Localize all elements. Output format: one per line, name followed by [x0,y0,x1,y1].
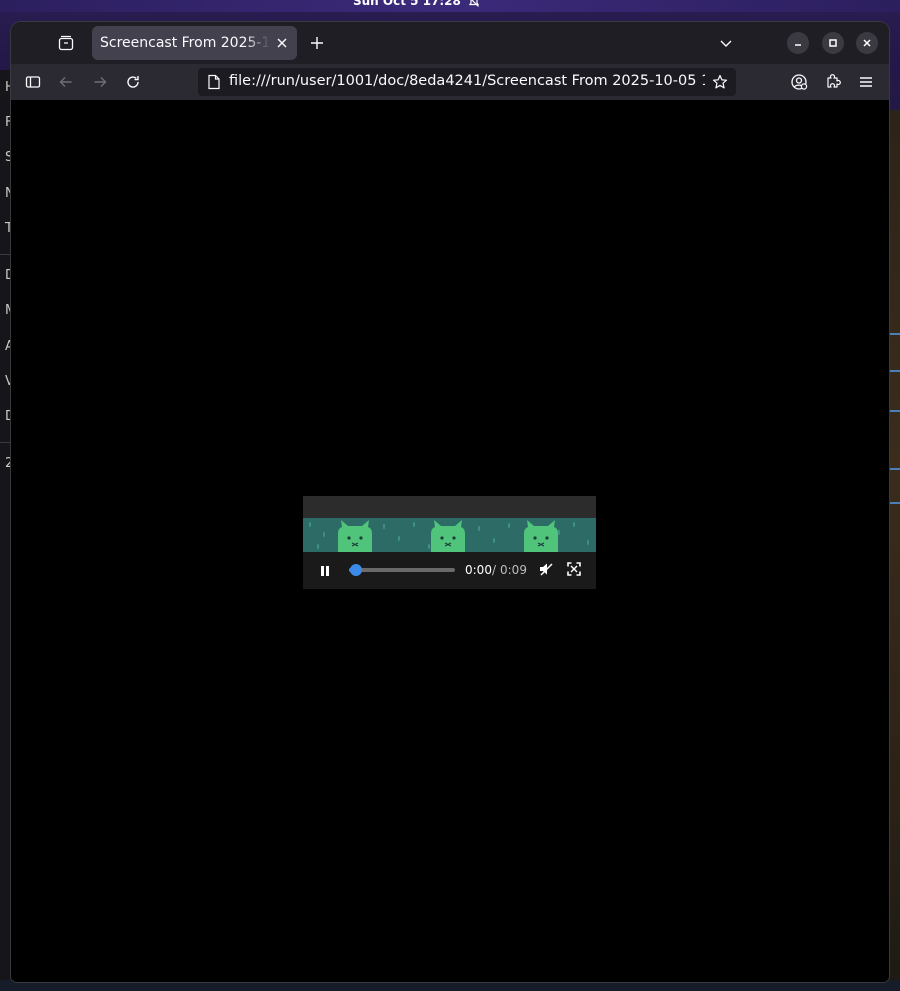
background-ui-line [888,502,900,504]
pause-icon [321,566,329,576]
navigation-toolbar: file:///run/user/1001/doc/8eda4241/Scree… [11,64,889,100]
video-character [338,520,372,552]
video-progress-slider[interactable] [349,564,455,576]
puzzle-icon [827,74,841,88]
list-all-tabs-button[interactable] [714,31,738,55]
background-ui-line [888,410,900,412]
background-ui-line [888,333,900,335]
tab-overview-icon [58,35,74,51]
video-player[interactable]: 0:00 / 0:09 [303,496,596,589]
tab-active[interactable]: Screencast From 2025-10-05 17-27 [92,26,297,60]
sidebar-icon [25,76,41,88]
minimize-button[interactable] [787,32,809,54]
hamburger-icon [860,77,872,87]
pause-button[interactable] [315,561,335,581]
reload-button[interactable] [121,70,145,94]
video-time-separator: / [492,563,497,577]
video-current-time: 0:00 [465,563,492,577]
sidebar-button[interactable] [21,70,45,94]
reload-icon [127,76,139,88]
video-progress-thumb[interactable] [350,564,363,576]
back-button[interactable] [54,70,78,94]
account-icon [791,74,808,90]
video-character [524,520,558,552]
new-tab-button[interactable] [305,31,329,55]
video-character [431,520,465,552]
fullscreen-button[interactable] [564,559,584,579]
maximize-icon [829,39,837,47]
minimize-icon [795,44,801,46]
star-icon[interactable] [712,74,728,90]
notifications-muted-icon[interactable] [468,0,480,8]
url-text[interactable]: file:///run/user/1001/doc/8eda4241/Scree… [229,73,705,89]
video-character-layer [338,520,558,552]
close-icon[interactable] [274,35,290,51]
arrow-left-icon [59,77,72,87]
address-bar[interactable]: file:///run/user/1001/doc/8eda4241/Scree… [198,68,736,96]
system-clock[interactable]: Sun Oct 5 17:28 [353,0,461,8]
background-window-edge [888,110,900,980]
forward-button[interactable] [88,70,112,94]
system-top-bar: Sun Oct 5 17:28 [0,0,900,12]
arrow-right-icon [94,77,107,87]
browser-window: Screencast From 2025-10-05 17-27 [11,22,889,982]
close-icon [863,39,871,47]
chevron-down-icon [720,40,732,47]
fullscreen-icon [567,562,581,576]
page-icon [208,74,220,90]
muted-speaker-icon [540,563,553,576]
maximize-button[interactable] [822,32,844,54]
tab-bar: Screencast From 2025-10-05 17-27 [11,22,889,64]
background-ui-line [888,468,900,470]
video-frame[interactable] [303,518,596,552]
application-menu-button[interactable] [854,70,878,94]
tab-title: Screencast From 2025-10-05 17-27 [100,35,270,51]
tab-overview-button[interactable] [53,31,79,55]
plus-icon [311,37,323,49]
video-duration: 0:09 [500,563,527,577]
background-ui-line [888,370,900,372]
extensions-button[interactable] [821,70,845,94]
close-window-button[interactable] [856,32,878,54]
video-controls: 0:00 / 0:09 [303,552,596,589]
mute-button[interactable] [536,559,556,579]
account-button[interactable] [787,70,811,94]
